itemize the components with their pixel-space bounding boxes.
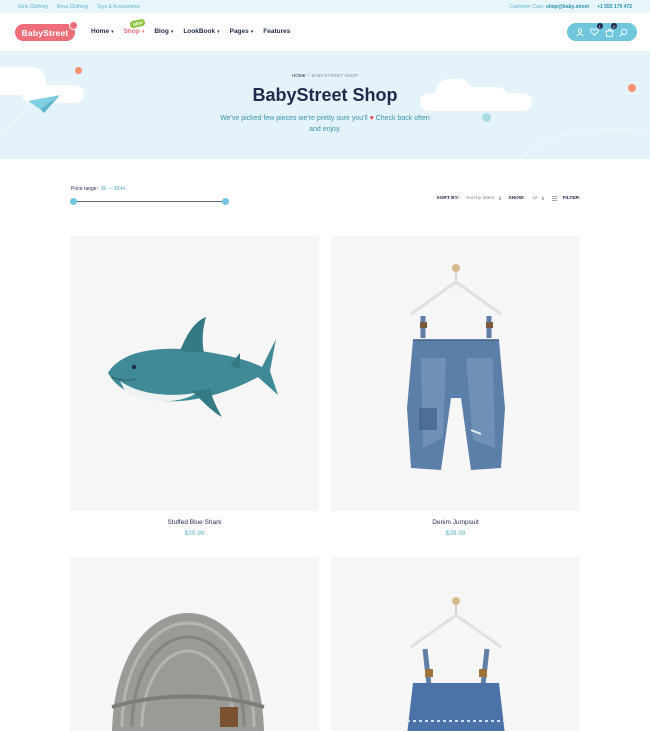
logo-text: BabyStreet — [21, 27, 69, 38]
nav-item-home[interactable]: Home ▾ — [91, 28, 114, 35]
price-slider-track[interactable] — [73, 201, 226, 202]
page-subtitle: We've picked few pieces we're pretty sur… — [220, 113, 430, 135]
nav-item-lookbook[interactable]: LookBook ▾ — [183, 28, 219, 35]
dashed-trail-decoration — [0, 106, 31, 136]
logo[interactable]: BabyStreet — [15, 21, 78, 41]
price-range-label: Price range: $6 — $144 — [71, 186, 125, 192]
show-label: SHOW: — [508, 196, 525, 201]
nav-label-home: Home — [91, 28, 110, 35]
nav-item-pages[interactable]: Pages ▾ — [230, 28, 254, 35]
nav-label-features: Features — [263, 28, 291, 35]
page-title: BabyStreet Shop — [252, 85, 398, 105]
chevron-down-icon: ▾ — [217, 28, 220, 35]
heart-icon[interactable]: 1 — [589, 23, 603, 38]
topbar-link-girls[interactable]: Girls Clothing — [18, 4, 48, 10]
price-slider-max-handle[interactable] — [222, 198, 229, 205]
product-image-jumpsuit[interactable] — [331, 236, 580, 511]
product-price: $39.99 — [184, 530, 205, 537]
sort-label: SORT BY: — [436, 196, 460, 201]
blue-dot-decoration — [482, 113, 491, 122]
cart-count: 0 — [611, 23, 618, 29]
logo-dot-icon — [69, 21, 78, 30]
product-card[interactable] — [70, 557, 319, 731]
knit-hat-image — [111, 613, 265, 731]
topbar-link-toys[interactable]: Toys & Accessories — [97, 4, 140, 10]
sort-select[interactable]: Sort by latest ⇕ — [466, 196, 501, 201]
nav-label-pages: Pages — [229, 28, 249, 35]
heart-icon: ♥ — [369, 115, 374, 122]
wishlist-count: 1 — [596, 23, 603, 29]
price-slider-min-handle[interactable] — [70, 198, 77, 205]
nav-item-shop[interactable]: NEW Shop ▾ — [123, 18, 146, 35]
breadcrumb: HOME / BABYSTREET SHOP — [0, 73, 650, 78]
filter-button[interactable]: FILTER — [551, 196, 579, 201]
nav-label-blog: Blog — [154, 28, 169, 35]
chevron-down-icon: ▾ — [111, 28, 114, 35]
product-price: $39.99 — [445, 530, 466, 537]
bag-icon[interactable]: 0 — [603, 23, 618, 38]
product-image-overalls[interactable] — [331, 557, 580, 731]
breadcrumb-home[interactable]: HOME — [292, 73, 306, 78]
sort-select-value: Sort by latest — [466, 196, 495, 201]
nav-item-features[interactable]: Features — [263, 28, 290, 35]
product-name[interactable]: Denim Jumpsuit — [331, 519, 580, 526]
product-name[interactable]: Stuffed Blue Shark — [70, 519, 319, 526]
breadcrumb-separator: / — [308, 73, 310, 78]
breadcrumb-current: BABYSTREET SHOP — [311, 73, 359, 78]
shark-toy-image — [108, 317, 278, 417]
product-card[interactable]: Stuffed Blue Shark $39.99 — [70, 236, 319, 537]
chevron-down-icon: ▾ — [250, 28, 254, 35]
price-range-value: $6 — $144 — [100, 186, 126, 192]
topbar-link-boys[interactable]: Boys Clothing — [57, 4, 88, 10]
top-bar: Girls Clothing Boys Clothing Toys & Acce… — [0, 0, 650, 13]
product-card[interactable] — [331, 557, 580, 731]
show-select[interactable]: 12 ⇕ — [532, 196, 545, 201]
customer-care-phone[interactable]: +1 555 179 472 — [597, 4, 632, 10]
customer-care-label: Customer Care: — [509, 4, 545, 10]
denim-overalls-image — [407, 597, 505, 731]
filter-icon — [551, 196, 557, 201]
updown-arrow-icon: ⇕ — [498, 196, 502, 201]
denim-jumpsuit-image — [407, 264, 505, 470]
page-hero: HOME / BABYSTREET SHOP BabyStreet Shop We'… — [0, 51, 650, 159]
header-icon-group: 1 0 — [567, 23, 637, 41]
updown-arrow-icon: ⇕ — [541, 196, 545, 201]
sort-bar: SORT BY: Sort by latest ⇕ SHOW: 12 ⇕ FILTE… — [436, 196, 579, 201]
product-image-knit-hat[interactable] — [70, 557, 319, 731]
new-badge: NEW — [129, 18, 146, 29]
price-range-title: Price range: — [71, 186, 98, 192]
product-image-shark[interactable] — [70, 236, 319, 511]
dashed-trail-decoration — [520, 128, 650, 159]
main-nav: Home ▾ NEW Shop ▾ Blog ▾ LookBook ▾ Pages ▾ F… — [91, 18, 290, 35]
filter-label: FILTER — [562, 196, 579, 201]
nav-label-shop: Shop — [123, 28, 140, 35]
product-card[interactable]: Denim Jumpsuit $39.99 — [331, 236, 580, 537]
chevron-down-icon: ▾ — [170, 28, 174, 35]
show-select-value: 12 — [531, 196, 538, 201]
user-icon[interactable] — [574, 26, 586, 38]
nav-label-lookbook: LookBook — [183, 28, 216, 35]
subtitle-text-1: We've picked few pieces we're pretty sur… — [220, 115, 368, 122]
site-header: BabyStreet Home ▾ NEW Shop ▾ Blog ▾ LookBoo… — [0, 13, 650, 51]
search-icon[interactable] — [618, 26, 630, 38]
nav-item-blog[interactable]: Blog ▾ — [154, 28, 173, 35]
chevron-down-icon: ▾ — [141, 28, 145, 35]
customer-care-email[interactable]: shop@baby.street — [546, 4, 589, 10]
